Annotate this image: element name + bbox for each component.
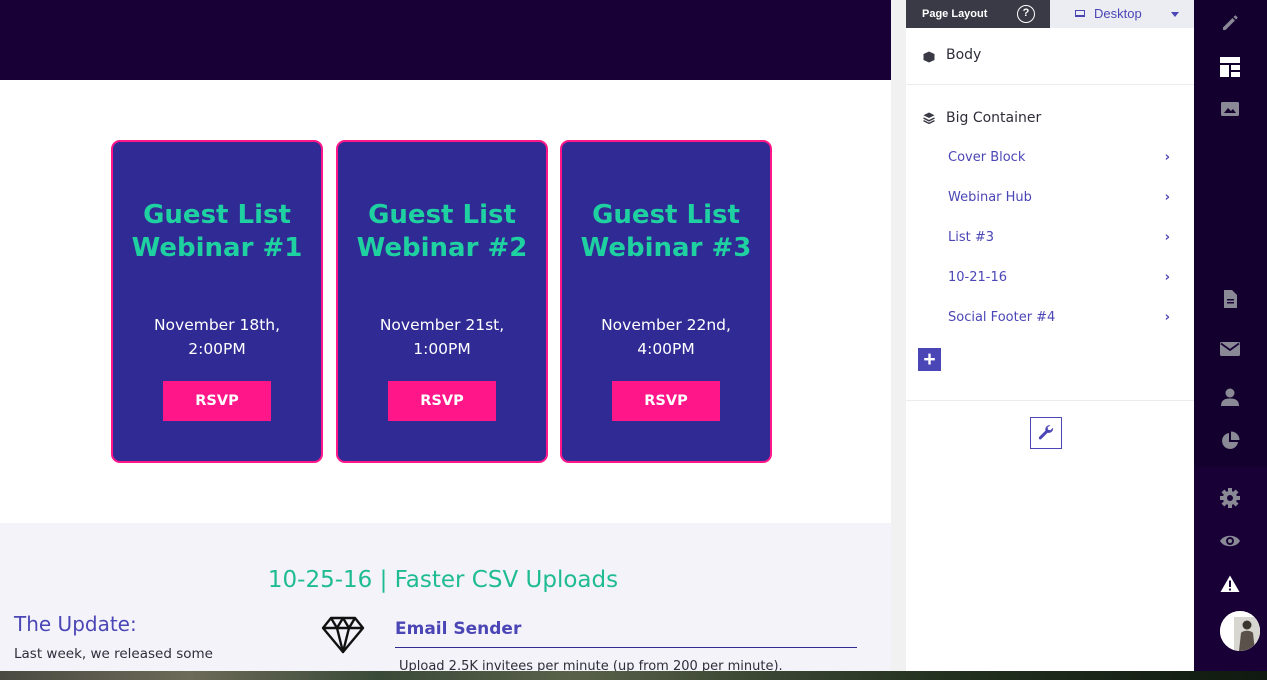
diamond-icon bbox=[321, 616, 365, 654]
layers-icon bbox=[923, 112, 935, 124]
feature-divider bbox=[395, 647, 857, 648]
user-photo bbox=[1220, 611, 1260, 651]
update-text: Last week, we released some bbox=[14, 646, 213, 662]
tree-item-social-footer-4[interactable]: Social Footer #4 › bbox=[948, 298, 1170, 338]
webinar-card[interactable]: Guest List Webinar #1 November 18th, 2:0… bbox=[111, 140, 323, 463]
warning-icon[interactable] bbox=[1220, 574, 1240, 594]
chevron-right-icon: › bbox=[1164, 150, 1170, 165]
page-layout-panel: Page Layout ? Desktop Body Big Container… bbox=[891, 0, 1194, 680]
user-avatar[interactable] bbox=[1220, 611, 1260, 651]
tree-item-label: Webinar Hub bbox=[948, 190, 1032, 205]
webinar-date: November 21st, 1:00PM bbox=[379, 316, 505, 358]
eye-icon[interactable] bbox=[1220, 531, 1240, 551]
settings-icon[interactable] bbox=[1220, 488, 1240, 508]
cube-icon bbox=[923, 51, 935, 63]
webinar-card[interactable]: Guest List Webinar #2 November 21st, 1:0… bbox=[336, 140, 548, 463]
tree-item-label: Social Footer #4 bbox=[948, 310, 1056, 325]
feature-title: Email Sender bbox=[395, 619, 522, 639]
release-notes-section: 10-25-16 | Faster CSV Uploads The Update… bbox=[0, 523, 891, 680]
tab-page-layout[interactable]: Page Layout ? bbox=[906, 0, 1050, 28]
pencil-icon[interactable] bbox=[1220, 13, 1240, 33]
tree-item-10-21-16[interactable]: 10-21-16 › bbox=[948, 258, 1170, 298]
webinar-title: Guest List Webinar #2 bbox=[356, 200, 528, 263]
chevron-right-icon: › bbox=[1164, 310, 1170, 325]
rsvp-button[interactable]: RSVP bbox=[163, 381, 271, 421]
tree-body-row[interactable]: Body bbox=[906, 28, 1194, 85]
update-title: The Update: bbox=[14, 612, 137, 636]
monitor-icon bbox=[1075, 10, 1085, 17]
layout-icon[interactable] bbox=[1220, 57, 1240, 77]
person-icon[interactable] bbox=[1220, 387, 1240, 407]
caret-down-icon bbox=[1171, 12, 1179, 17]
tree-item-cover-block[interactable]: Cover Block › bbox=[948, 138, 1170, 178]
tab-page-layout-label: Page Layout bbox=[922, 8, 988, 20]
webinar-date: November 18th, 2:00PM bbox=[153, 316, 281, 358]
image-icon[interactable] bbox=[1220, 99, 1240, 119]
wrench-icon bbox=[1038, 425, 1054, 440]
tree-item-label: Cover Block bbox=[948, 150, 1026, 165]
tree-item-label: List #3 bbox=[948, 230, 995, 245]
tree-item-list-3[interactable]: List #3 › bbox=[948, 218, 1170, 258]
bottom-edge-strip bbox=[0, 671, 1267, 680]
tree-item-label: 10-21-16 bbox=[948, 270, 1008, 285]
tree-item-webinar-hub[interactable]: Webinar Hub › bbox=[948, 178, 1170, 218]
release-heading: 10-25-16 | Faster CSV Uploads bbox=[267, 567, 619, 593]
page-canvas: Guest List Webinar #1 November 18th, 2:0… bbox=[0, 0, 891, 680]
header-band bbox=[0, 0, 891, 80]
tree-container-label[interactable]: Big Container bbox=[946, 110, 1041, 126]
add-block-button[interactable]: + bbox=[918, 348, 941, 371]
wrench-button[interactable] bbox=[1030, 417, 1062, 449]
rsvp-button[interactable]: RSVP bbox=[388, 381, 496, 421]
device-select-label: Desktop bbox=[1094, 6, 1142, 21]
webinar-title: Guest List Webinar #1 bbox=[131, 200, 303, 263]
webinar-card[interactable]: Guest List Webinar #3 November 22nd, 4:0… bbox=[560, 140, 772, 463]
rsvp-button[interactable]: RSVP bbox=[612, 381, 720, 421]
webinar-title: Guest List Webinar #3 bbox=[580, 200, 752, 263]
chevron-right-icon: › bbox=[1164, 270, 1170, 285]
help-icon[interactable]: ? bbox=[1017, 5, 1035, 23]
device-select[interactable]: Desktop bbox=[1050, 0, 1194, 28]
panel-tabbar: Page Layout ? Desktop bbox=[906, 0, 1194, 28]
app-toolbar bbox=[1194, 0, 1267, 680]
panel-divider bbox=[906, 400, 1194, 401]
document-icon[interactable] bbox=[1220, 289, 1240, 309]
webinar-date: November 22nd, 4:00PM bbox=[601, 316, 731, 358]
mail-icon[interactable] bbox=[1220, 339, 1240, 359]
chevron-right-icon: › bbox=[1164, 190, 1170, 205]
tree-body-label: Body bbox=[946, 47, 982, 63]
pie-chart-icon[interactable] bbox=[1220, 431, 1240, 451]
chevron-right-icon: › bbox=[1164, 230, 1170, 245]
